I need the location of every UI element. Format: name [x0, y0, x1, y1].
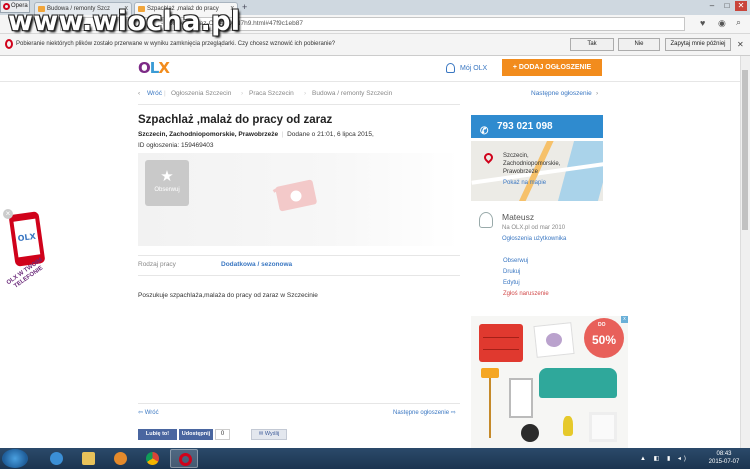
notification-message: Pobieranie niektórych plików zostało prz… [16, 41, 336, 47]
show-phone-button[interactable]: ✆ 793 021 098 [471, 115, 603, 138]
show-on-map-link[interactable]: Pokaż na mapie [503, 180, 546, 186]
no-button[interactable]: Nie [618, 38, 660, 51]
map-location-text: Szczecin, Zachodniopomorskie, Prawobrzeż… [503, 153, 561, 175]
phone-icon: ✆ [480, 126, 489, 137]
maximize-button[interactable]: □ [721, 1, 733, 11]
listing-title: Szpachlaż ,malaż do pracy od zaraz [138, 114, 333, 126]
chrome-icon [146, 452, 159, 465]
olx-mobile-promo[interactable]: OLX × OLX W TWOIM TELEFONIE [0, 206, 55, 336]
bottom-next-link[interactable]: Następne ogłoszenie ⇨ [393, 409, 456, 416]
camera-placeholder-icon [272, 179, 317, 212]
listing-id: ID ogłoszenia: 159469403 [138, 142, 214, 149]
ie-taskbar-button[interactable] [42, 449, 70, 468]
promo-close-icon[interactable]: × [3, 209, 13, 219]
frame-image [589, 412, 617, 442]
opera-taskbar-button[interactable] [170, 449, 198, 468]
chevron-left-icon: ‹ [138, 90, 141, 97]
listing-photo: ★ Obserwuj [138, 153, 459, 246]
divider [138, 104, 460, 105]
explorer-taskbar-button[interactable] [74, 449, 102, 468]
site-header: OLX Mój OLX + DODAJ OGŁOSZENIE [0, 56, 740, 82]
user-ads-link[interactable]: Ogłoszenia użytkownika [502, 236, 566, 242]
new-tab-button[interactable]: + [242, 2, 247, 12]
media-taskbar-button[interactable] [106, 449, 134, 468]
arrow-right-icon: ⇨ [449, 410, 456, 416]
internet-explorer-icon [50, 452, 63, 465]
site-watermark: www.wiocha.pl [8, 6, 241, 37]
start-button[interactable] [2, 449, 28, 468]
star-icon: ★ [160, 168, 174, 185]
divider [138, 403, 460, 404]
download-icon[interactable]: ◉ [718, 18, 726, 29]
send-button[interactable]: ✉ Wyślij [251, 429, 287, 440]
red-dresser-image [479, 324, 523, 362]
olx-page: OLX Mój OLX + DODAJ OGŁOSZENIE ‹ Wróć | … [0, 56, 740, 448]
close-notification-icon[interactable]: ✕ [737, 40, 744, 49]
add-ad-button[interactable]: + DODAJ OGŁOSZENIE [502, 59, 602, 76]
user-since: Na OLX.pl od mar 2010 [502, 225, 566, 231]
taskbar-clock[interactable]: 08:43 2015-07-07 [702, 450, 746, 466]
heart-icon[interactable]: ♥ [700, 18, 705, 28]
olx-logo[interactable]: OLX [138, 59, 170, 77]
close-window-button[interactable]: ✕ [735, 1, 747, 11]
scrollbar-thumb[interactable] [742, 70, 748, 230]
system-tray[interactable]: ▲ ◧ ▮ ◂) [640, 455, 689, 462]
chevron-right-icon: › [596, 90, 599, 97]
lantern-image [509, 378, 533, 418]
listing-description: Poszukuje szpachlaża,malaża do pracy od … [138, 292, 318, 299]
observe-button[interactable]: ★ Obserwuj [145, 160, 189, 206]
windows-taskbar: ▲ ◧ ▮ ◂) 08:43 2015-07-07 [0, 448, 750, 469]
media-player-icon [114, 452, 127, 465]
furniture-ad-banner[interactable]: 50% DO x [471, 316, 628, 448]
facebook-share-button[interactable]: Udostępnij [179, 429, 213, 440]
minimize-button[interactable]: – [706, 1, 718, 11]
breadcrumb-item[interactable]: Praca Szczecin [249, 90, 294, 97]
pillow-image [533, 322, 575, 358]
job-type-value[interactable]: Dodatkowa / sezonowa [221, 261, 292, 268]
sofa-image [539, 368, 617, 398]
my-olx-link[interactable]: Mój OLX [446, 63, 487, 73]
print-link[interactable]: Drukuj [503, 269, 520, 275]
user-name: Mateusz [502, 212, 535, 222]
divider [138, 255, 460, 256]
breadcrumb-item[interactable]: Ogłoszenia Szczecin [171, 90, 231, 97]
edit-link[interactable]: Edytuj [503, 280, 520, 286]
lamp-image [481, 368, 499, 378]
search-icon[interactable]: ⌕ [736, 17, 741, 28]
breadcrumb: ‹ Wróć | Ogłoszenia Szczecin › Praca Szc… [138, 90, 599, 97]
ask-later-button[interactable]: Zapytaj mnie później [665, 38, 731, 51]
job-type-label: Rodzaj pracy [138, 261, 176, 268]
next-ad-link[interactable]: Następne ogłoszenie [531, 90, 592, 97]
download-notification-bar: Pobieranie niektórych plików zostało prz… [0, 34, 750, 56]
user-avatar-icon [479, 212, 493, 228]
observe-link[interactable]: Obserwuj [503, 258, 528, 264]
chrome-taskbar-button[interactable] [138, 449, 166, 468]
back-link[interactable]: Wróć [147, 90, 162, 97]
user-icon [446, 63, 455, 73]
bottom-back-link[interactable]: ⇦ Wróć [138, 409, 159, 416]
arrow-left-icon: ⇦ [138, 410, 145, 416]
listing-location: Szczecin, Zachodniopomorskie, Prawobrzeż… [138, 131, 374, 138]
map-pin-icon [482, 151, 495, 164]
location-map[interactable]: Szczecin, Zachodniopomorskie, Prawobrzeż… [471, 141, 603, 201]
vase-image [563, 416, 573, 436]
share-count: 0 [215, 429, 230, 440]
facebook-like-button[interactable]: Lubię to! [138, 429, 177, 440]
divider [138, 275, 460, 276]
pot-image [521, 424, 539, 442]
opera-warning-icon [5, 39, 13, 49]
breadcrumb-item[interactable]: Budowa / remonty Szczecin [312, 90, 392, 97]
ad-close-icon[interactable]: x [621, 316, 628, 323]
report-link[interactable]: Zgłoś naruszenie [503, 291, 549, 297]
folder-icon [82, 452, 95, 465]
yes-button[interactable]: Tak [570, 38, 614, 51]
opera-icon [179, 453, 192, 466]
